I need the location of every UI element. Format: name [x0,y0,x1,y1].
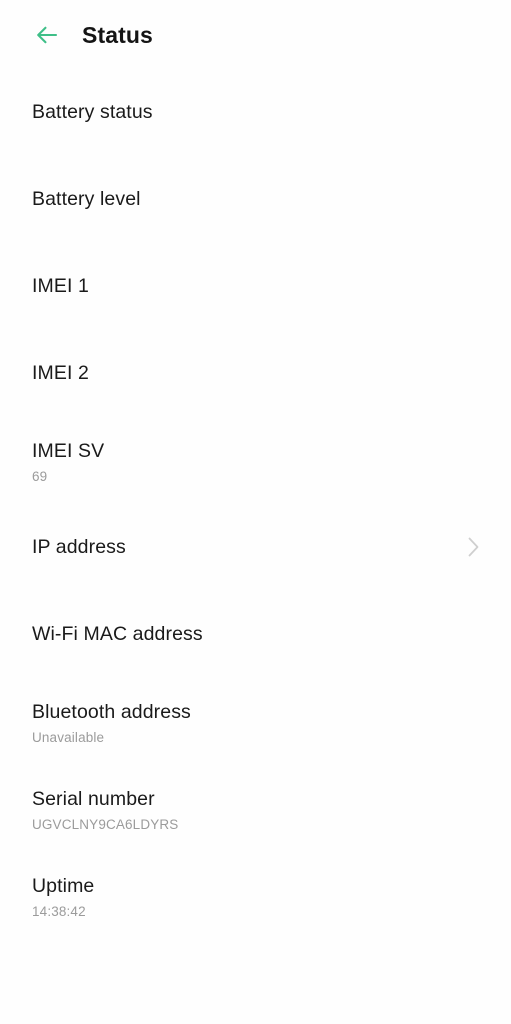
list-item-title: Serial number [32,787,155,810]
list-item: Serial number UGVCLNY9CA6LDYRS [0,782,511,838]
list-item-title: IMEI 2 [32,362,89,384]
app-bar: Status [0,0,511,70]
list-item[interactable]: IP address [0,521,511,573]
list-item-title: IP address [32,536,126,558]
list-item: IMEI 1 [0,260,511,312]
list-item-title: Battery status [32,101,153,123]
list-item: IMEI SV 69 [0,434,511,490]
list-item-title: Uptime [32,874,95,897]
page-title: Status [82,21,153,48]
list-item-title: IMEI 1 [32,275,89,297]
list-item-value: 14:38:42 [32,903,86,919]
list-item-value: 69 [32,468,48,484]
chevron-right-icon [465,534,481,560]
list-item-value: UGVCLNY9CA6LDYRS [32,816,179,832]
back-button[interactable] [30,18,64,52]
list-item: Uptime 14:38:42 [0,869,511,925]
status-list: Battery status Battery level IMEI 1 IMEI 2 I… [0,70,511,925]
list-item: Battery status [0,86,511,138]
list-item-title: Battery level [32,188,141,210]
list-item: IMEI 2 [0,347,511,399]
list-item: Wi-Fi MAC address [0,608,511,660]
list-item-value: Unavailable [32,729,105,745]
list-item: Bluetooth address Unavailable [0,695,511,751]
list-item-title: Bluetooth address [32,700,191,723]
list-item: Battery level [0,173,511,225]
status-screen: Status Battery status Battery level IMEI 1… [0,0,511,1024]
list-item-title: Wi-Fi MAC address [32,623,203,645]
arrow-left-icon [34,22,60,48]
list-item-title: IMEI SV [32,439,105,462]
